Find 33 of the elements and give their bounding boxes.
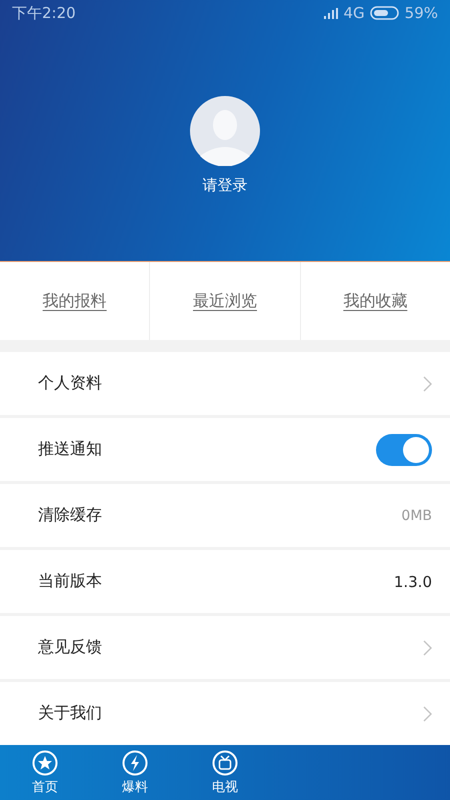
row-label: 清除缓存 <box>38 505 102 526</box>
row-label: 当前版本 <box>38 571 102 592</box>
row-label: 个人资料 <box>38 373 102 394</box>
lightning-icon <box>122 750 148 776</box>
shortcut-link[interactable]: 我的报料 <box>0 262 150 340</box>
signal-icon <box>324 8 338 18</box>
status-time: 下午2:20 <box>12 4 76 22</box>
settings-row[interactable]: 当前版本 1.3.0 <box>0 550 450 614</box>
login-link[interactable]: 请登录 <box>202 176 248 195</box>
battery-icon <box>370 6 400 20</box>
chevron-icon <box>423 640 432 656</box>
settings-row[interactable]: 清除缓存 0MB <box>0 484 450 548</box>
row-label: 关于我们 <box>38 703 102 724</box>
chevron-icon <box>423 706 432 722</box>
tab-button[interactable]: 首页 <box>0 745 90 800</box>
settings-row[interactable]: 个人资料 <box>0 352 450 416</box>
chevron-icon <box>423 376 432 392</box>
settings-row[interactable]: 意见反馈 <box>0 616 450 680</box>
battery-level: 59% <box>404 4 438 22</box>
settings-row[interactable]: 关于我们 <box>0 682 450 746</box>
row-label: 推送通知 <box>38 439 102 460</box>
avatar-icon[interactable] <box>190 96 260 166</box>
settings-row[interactable]: 推送通知 <box>0 418 450 482</box>
row-value: 0MB <box>401 508 432 524</box>
tv-icon <box>212 750 238 776</box>
row-label: 意见反馈 <box>38 637 102 658</box>
shortcut-link[interactable]: 最近浏览 <box>150 262 300 340</box>
tab-button[interactable]: 电视 <box>180 745 270 800</box>
network-label: 4G <box>343 4 365 22</box>
shortcut-link[interactable]: 我的收藏 <box>300 262 450 340</box>
toggle-switch[interactable] <box>376 434 432 466</box>
row-value: 1.3.0 <box>394 572 432 591</box>
tab-button[interactable]: 爆料 <box>90 745 180 800</box>
